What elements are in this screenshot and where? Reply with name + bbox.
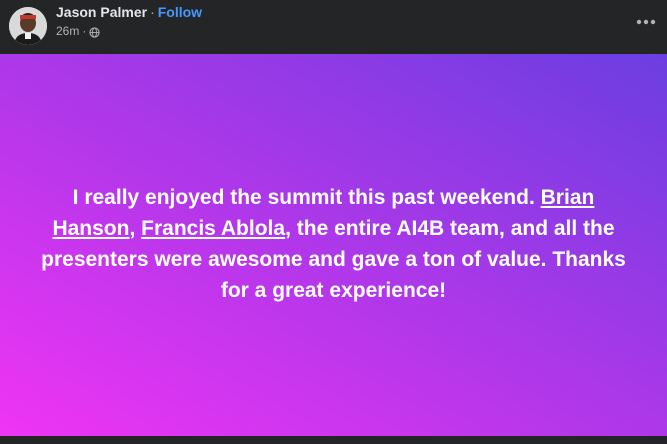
post-background: I really enjoyed the summit this past we… (0, 54, 667, 436)
post-meta: 26m · (56, 23, 100, 39)
follow-button[interactable]: Follow (158, 4, 202, 20)
author-line: Jason Palmer · Follow (56, 3, 202, 21)
post-timestamp[interactable]: 26m (56, 23, 79, 39)
post-text-intro: I really enjoyed the summit this past we… (72, 186, 541, 209)
avatar[interactable] (9, 7, 47, 45)
more-options-icon (636, 12, 656, 30)
post-text-comma: , (129, 217, 142, 240)
meta-separator: · (82, 24, 87, 38)
post-header: Jason Palmer · Follow 26m · (0, 0, 667, 54)
more-options-button[interactable] (631, 10, 661, 32)
author-separator: · (150, 4, 155, 20)
author-name[interactable]: Jason Palmer (56, 4, 147, 20)
post-text: I really enjoyed the summit this past we… (34, 182, 634, 306)
post-footer (0, 436, 667, 444)
mention-francis-ablola[interactable]: Francis Ablola (141, 217, 285, 240)
globe-icon[interactable] (89, 26, 100, 38)
